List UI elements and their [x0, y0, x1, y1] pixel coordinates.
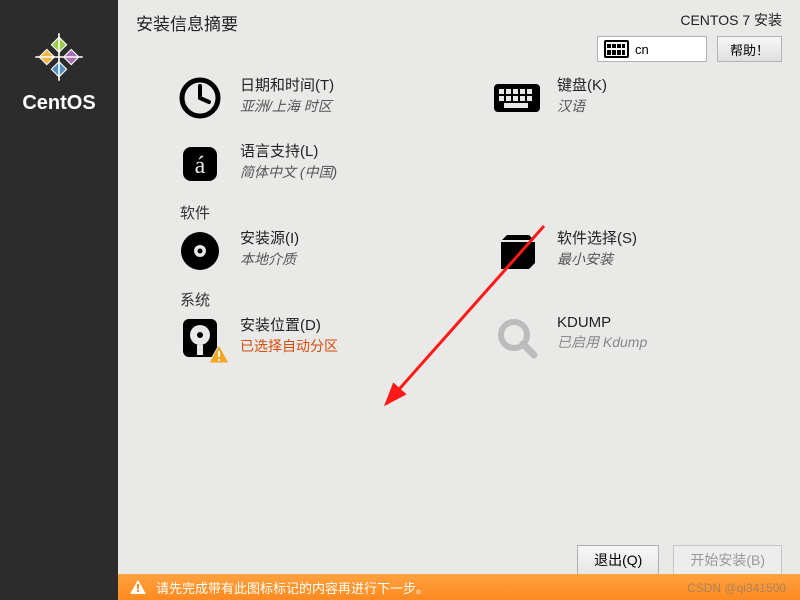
language-title: 语言支持(L): [240, 140, 337, 161]
source-sub: 本地介质: [240, 249, 299, 269]
content-area: 日期和时间(T) 亚洲/上海 时区 键盘(K) 汉语 á 语言支持(L): [118, 68, 800, 537]
warning-bar-icon: [130, 580, 146, 594]
section-software: 软件: [180, 202, 778, 223]
spoke-destination[interactable]: 安装位置(D) 已选择自动分区: [174, 314, 461, 362]
selection-sub: 最小安装: [557, 249, 637, 269]
selection-title: 软件选择(S): [557, 227, 637, 248]
datetime-sub: 亚洲/上海 时区: [240, 96, 334, 116]
sidebar: CentOS: [0, 0, 118, 600]
clock-icon: [174, 74, 226, 122]
keyboard-title: 键盘(K): [557, 74, 607, 95]
section-system: 系统: [180, 289, 778, 310]
page-title: 安装信息摘要: [136, 10, 238, 35]
spoke-datetime[interactable]: 日期和时间(T) 亚洲/上海 时区: [174, 74, 461, 122]
help-button[interactable]: 帮助！: [717, 36, 782, 62]
warning-bar-text: 请先完成带有此图标标记的内容再进行下一步。: [156, 578, 429, 597]
kdump-title: KDUMP: [557, 314, 647, 331]
installer-name: CENTOS 7 安装: [680, 10, 782, 30]
harddisk-icon: [174, 314, 226, 362]
language-sub: 简体中文 (中国): [240, 162, 337, 182]
spoke-language[interactable]: á 语言支持(L) 简体中文 (中国): [174, 140, 461, 188]
brand-text: CentOS: [22, 92, 95, 115]
warning-icon: [208, 344, 230, 364]
topbar: 安装信息摘要 CENTOS 7 安装 cn 帮助！: [118, 0, 800, 68]
spoke-software-selection[interactable]: 软件选择(S) 最小安装: [491, 227, 778, 275]
topbar-right: CENTOS 7 安装 cn 帮助！: [597, 10, 782, 62]
footer-buttons: 退出(Q) 开始安装(B): [118, 537, 800, 577]
datetime-title: 日期和时间(T): [240, 74, 334, 95]
package-icon: [491, 227, 543, 275]
destination-sub: 已选择自动分区: [240, 336, 338, 356]
keyboard-layout-indicator[interactable]: cn: [597, 36, 707, 62]
begin-install-button: 开始安装(B): [673, 545, 782, 575]
watermark: CSDN @qi341500: [687, 581, 786, 595]
lang-code: cn: [635, 42, 649, 57]
source-title: 安装源(I): [240, 227, 299, 248]
main-panel: 安装信息摘要 CENTOS 7 安装 cn 帮助！ 日期和时间(T) 亚洲/上海: [118, 0, 800, 600]
spoke-kdump[interactable]: KDUMP 已启用 Kdump: [491, 314, 778, 362]
disc-icon: [174, 227, 226, 275]
kdump-icon: [491, 314, 543, 362]
spoke-keyboard[interactable]: 键盘(K) 汉语: [491, 74, 778, 122]
keyboard-icon: [604, 40, 629, 58]
keyboard-sub: 汉语: [557, 96, 607, 116]
kdump-sub: 已启用 Kdump: [557, 332, 647, 352]
destination-title: 安装位置(D): [240, 314, 338, 335]
spoke-source[interactable]: 安装源(I) 本地介质: [174, 227, 461, 275]
centos-logo-icon: [32, 30, 86, 84]
svg-text:á: á: [195, 153, 206, 179]
keyboard-large-icon: [491, 74, 543, 122]
quit-button[interactable]: 退出(Q): [577, 545, 659, 575]
language-icon: á: [174, 140, 226, 188]
